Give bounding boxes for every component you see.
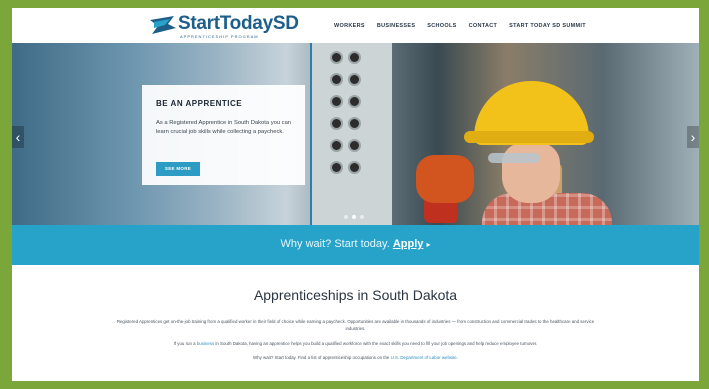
- page-title: Apprenticeships in South Dakota: [253, 287, 458, 303]
- cta-lead: Why wait? Start today.: [280, 238, 390, 250]
- panel-knob: [348, 117, 361, 130]
- cta-text: Why wait? Start today. Apply ▸: [12, 238, 699, 250]
- hero-card-title: BE AN APPRENTICE: [156, 99, 243, 108]
- slider-prev-icon[interactable]: ‹: [12, 126, 24, 148]
- main-nav: WORKERS BUSINESSES SCHOOLS CONTACT START…: [334, 23, 586, 29]
- panel-knob: [330, 139, 343, 152]
- hero-card: BE AN APPRENTICE As a Registered Apprent…: [142, 85, 305, 185]
- slider-dot[interactable]: [344, 215, 348, 219]
- panel-knob: [348, 139, 361, 152]
- hero-photo-face: [502, 143, 560, 203]
- hero-photo-hardhat-brim: [464, 131, 594, 143]
- site-header: StartTodaySD APPRENTICESHIP PROGRAM WORK…: [12, 8, 699, 43]
- slider-dot-active[interactable]: [352, 215, 356, 219]
- business-paragraph: If you run a business in South Dakota, h…: [112, 340, 599, 347]
- cta-banner: Why wait? Start today. Apply ▸: [12, 225, 699, 265]
- slider-next-icon[interactable]: ›: [687, 126, 699, 148]
- hero-slider: BE AN APPRENTICE As a Registered Apprent…: [12, 43, 699, 225]
- nav-contact[interactable]: CONTACT: [469, 23, 498, 29]
- panel-knob: [330, 161, 343, 174]
- panel-knob: [330, 51, 343, 64]
- logo-flag-icon: [150, 16, 176, 34]
- hero-card-text: As a Registered Apprentice in South Dako…: [156, 120, 292, 135]
- panel-knob: [330, 117, 343, 130]
- panel-knob: [348, 51, 361, 64]
- hero-photo-glove: [416, 155, 474, 203]
- nav-workers[interactable]: WORKERS: [334, 23, 365, 29]
- intro-paragraph: Registered Apprentices get on-the-job tr…: [116, 319, 595, 331]
- nav-summit[interactable]: START TODAY SD SUMMIT: [509, 23, 586, 29]
- slider-dots: [344, 215, 364, 219]
- panel-knob: [330, 73, 343, 86]
- see-more-button[interactable]: SEE MORE: [156, 162, 200, 176]
- business-text-after: in South Dakota, having an apprentice he…: [215, 341, 538, 346]
- slider-dot[interactable]: [360, 215, 364, 219]
- page-frame: StartTodaySD APPRENTICESHIP PROGRAM WORK…: [12, 8, 699, 381]
- main-content: Apprenticeships in South Dakota Register…: [12, 265, 699, 381]
- business-link[interactable]: business: [197, 341, 214, 346]
- nav-businesses[interactable]: BUSINESSES: [377, 23, 415, 29]
- business-text-before: If you run a: [173, 341, 196, 346]
- dol-paragraph: Why wait? Start today. Find a list of ap…: [112, 354, 599, 361]
- panel-knob: [348, 73, 361, 86]
- apply-arrow-icon[interactable]: ▸: [426, 240, 430, 249]
- panel-knob: [330, 95, 343, 108]
- dol-text-before: Why wait? Start today. Find a list of ap…: [253, 355, 390, 360]
- hero-photo-panel: [312, 43, 392, 225]
- panel-knob: [348, 95, 361, 108]
- nav-schools[interactable]: SCHOOLS: [427, 23, 456, 29]
- hero-photo-glasses: [488, 153, 540, 163]
- logo-tagline: APPRENTICESHIP PROGRAM: [180, 34, 259, 39]
- logo-text: StartTodaySD: [178, 13, 299, 34]
- dol-link[interactable]: U.S. Department of Labor website.: [391, 355, 458, 360]
- panel-knob: [348, 161, 361, 174]
- apply-link[interactable]: Apply: [393, 238, 424, 250]
